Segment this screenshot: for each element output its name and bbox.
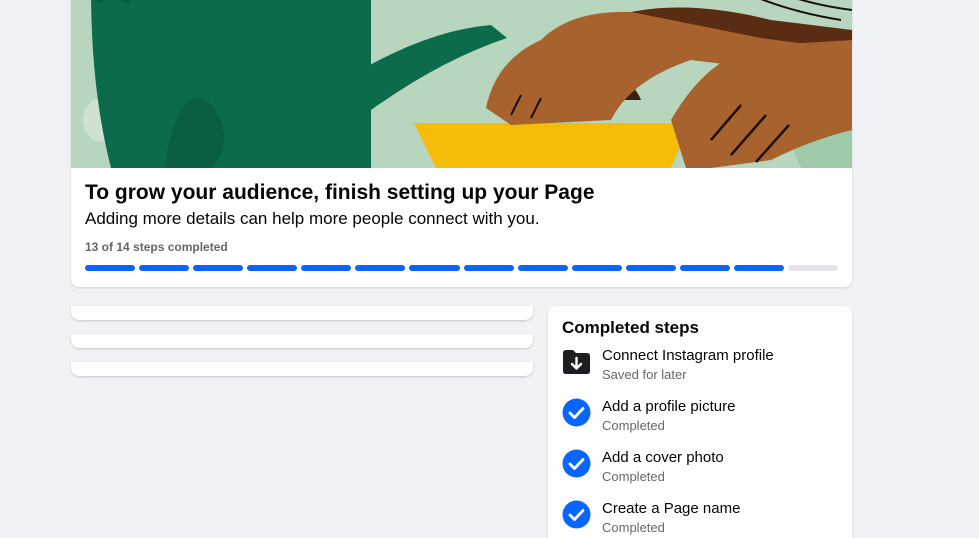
step-status: Saved for later <box>602 367 687 382</box>
collapsed-section <box>71 362 533 376</box>
step-label: Add a cover photo <box>602 449 724 466</box>
progress-segment-complete <box>355 265 406 271</box>
saved-folder-icon <box>562 347 591 376</box>
step-add-cover-photo[interactable]: Add a cover photo Completed <box>562 448 842 488</box>
step-label: Connect Instagram profile <box>602 347 774 364</box>
hero-illustration <box>71 0 852 168</box>
progress-segment-complete <box>139 265 190 271</box>
completed-steps-card: Completed steps Connect Instagram profil… <box>548 306 852 538</box>
step-text: Add a profile picture Completed <box>602 397 735 434</box>
step-text: Create a Page name Completed <box>602 499 740 536</box>
collapsed-section <box>71 334 533 348</box>
progress-segment-complete <box>409 265 460 271</box>
progress-segment-complete <box>625 265 676 271</box>
step-add-profile-picture[interactable]: Add a profile picture Completed <box>562 397 842 437</box>
step-status: Completed <box>602 520 665 535</box>
check-circle-icon <box>562 449 591 478</box>
completed-steps-title: Completed steps <box>562 318 699 337</box>
step-text: Add a cover photo Completed <box>602 448 724 485</box>
progress-segment-complete <box>85 265 136 271</box>
progress-segment-complete <box>571 265 622 271</box>
step-text: Connect Instagram profile Saved for late… <box>602 346 774 383</box>
page-setup-card: To grow your audience, finish setting up… <box>71 0 852 287</box>
progress-segment-complete <box>193 265 244 271</box>
progress-segment-complete <box>301 265 352 271</box>
progress-segment-complete <box>517 265 568 271</box>
page: To grow your audience, finish setting up… <box>0 0 979 538</box>
progress-segment-incomplete <box>788 265 839 271</box>
step-create-page-name[interactable]: Create a Page name Completed <box>562 499 842 538</box>
setup-title: To grow your audience, finish setting up… <box>85 181 595 204</box>
setup-progress-bar <box>85 265 839 271</box>
progress-segment-complete <box>733 265 785 271</box>
progress-segment-complete <box>247 265 298 271</box>
step-status: Completed <box>602 418 665 433</box>
setup-subtitle: Adding more details can help more people… <box>85 209 540 228</box>
collapsed-section <box>71 306 533 320</box>
step-connect-instagram[interactable]: Connect Instagram profile Saved for late… <box>562 346 842 386</box>
step-label: Create a Page name <box>602 500 741 517</box>
progress-segment-complete <box>463 265 514 271</box>
check-circle-icon <box>562 398 591 427</box>
steps-count: 13 of 14 steps completed <box>85 240 228 254</box>
progress-segment-complete <box>679 265 730 271</box>
check-circle-icon <box>562 500 591 529</box>
setup-body: To grow your audience, finish setting up… <box>85 179 839 271</box>
step-label: Add a profile picture <box>602 398 736 415</box>
step-status: Completed <box>602 469 665 484</box>
